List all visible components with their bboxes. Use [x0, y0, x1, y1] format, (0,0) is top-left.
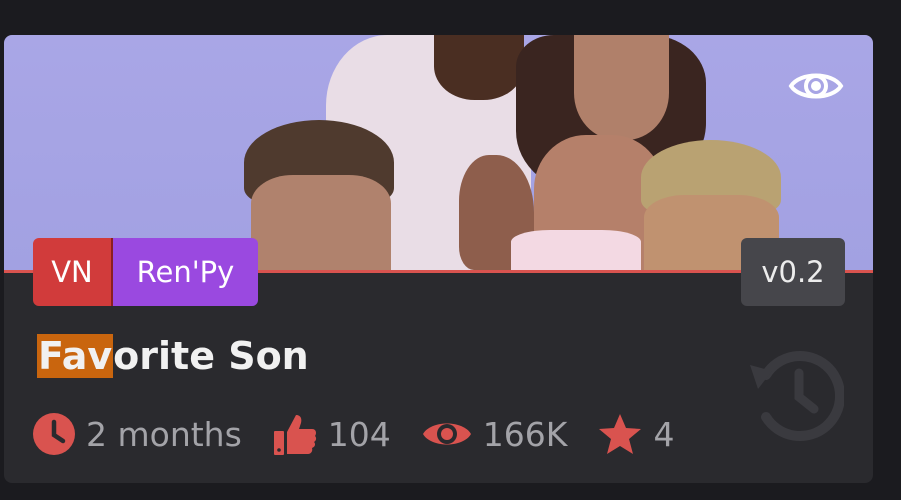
- card-meta: 2 months 104 166K 4: [32, 410, 704, 458]
- thumbs-up-icon: [273, 415, 316, 455]
- meta-likes-value: 104: [327, 414, 391, 454]
- tag-list: VN Ren'Py: [33, 238, 258, 306]
- meta-likes: 104: [272, 411, 391, 457]
- meta-rating-value: 4: [653, 414, 675, 454]
- clock-icon: [33, 413, 75, 455]
- figure-face: [251, 175, 391, 270]
- title-rest: orite Son: [113, 334, 309, 378]
- figure-dress: [511, 230, 641, 270]
- meta-time: 2 months: [32, 412, 242, 456]
- history-icon: [744, 335, 846, 447]
- game-title[interactable]: Favorite Son: [37, 325, 309, 387]
- preview-eye-icon[interactable]: [786, 64, 846, 108]
- figure-head: [434, 35, 524, 100]
- figure-face: [574, 35, 669, 140]
- eye-icon: [422, 423, 471, 445]
- meta-views: 166K: [421, 414, 568, 454]
- meta-views-value: 166K: [482, 414, 568, 454]
- meta-rating: 4: [597, 412, 674, 456]
- tag-renpy[interactable]: Ren'Py: [113, 238, 258, 306]
- game-card[interactable]: VN Ren'Py v0.2 Favorite Son 2 months 104: [4, 35, 873, 483]
- cover-image[interactable]: [4, 35, 873, 270]
- star-icon: [599, 414, 642, 454]
- version-badge: v0.2: [741, 238, 845, 306]
- tag-vn[interactable]: VN: [33, 238, 111, 306]
- meta-time-value: 2 months: [86, 414, 242, 454]
- title-search-highlight: Fav: [37, 334, 114, 378]
